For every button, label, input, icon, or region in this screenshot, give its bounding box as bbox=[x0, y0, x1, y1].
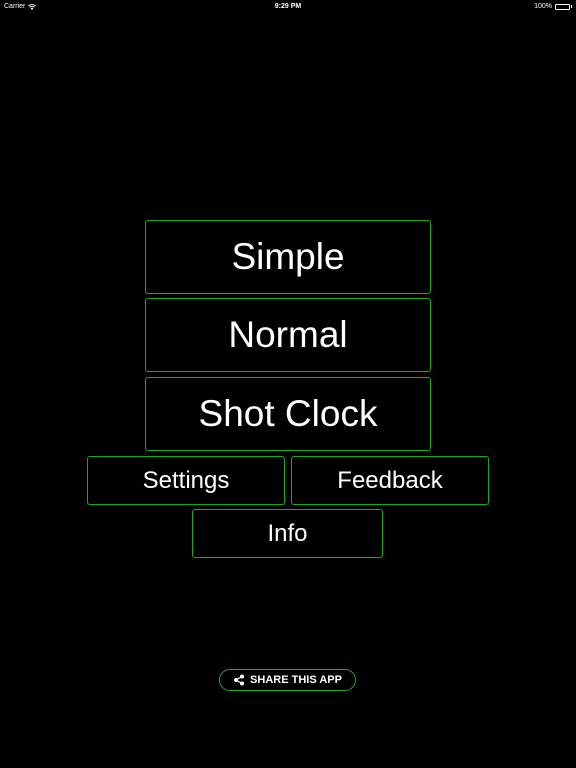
shot-clock-button[interactable]: Shot Clock bbox=[145, 377, 431, 451]
status-time: 9:29 PM bbox=[274, 3, 302, 10]
share-app-label: SHARE THIS APP bbox=[250, 674, 342, 686]
normal-button[interactable]: Normal bbox=[145, 298, 431, 372]
feedback-button[interactable]: Feedback bbox=[291, 456, 489, 505]
simple-button[interactable]: Simple bbox=[145, 220, 431, 294]
settings-button[interactable]: Settings bbox=[87, 456, 285, 505]
status-battery: 100% bbox=[534, 3, 572, 10]
battery-icon bbox=[555, 3, 572, 10]
share-icon bbox=[233, 674, 245, 686]
share-app-button[interactable]: SHARE THIS APP bbox=[219, 669, 356, 691]
info-button[interactable]: Info bbox=[192, 509, 383, 558]
status-bar: Carrier 9:29 PM 100% bbox=[0, 0, 576, 14]
battery-percentage: 100% bbox=[534, 3, 552, 10]
